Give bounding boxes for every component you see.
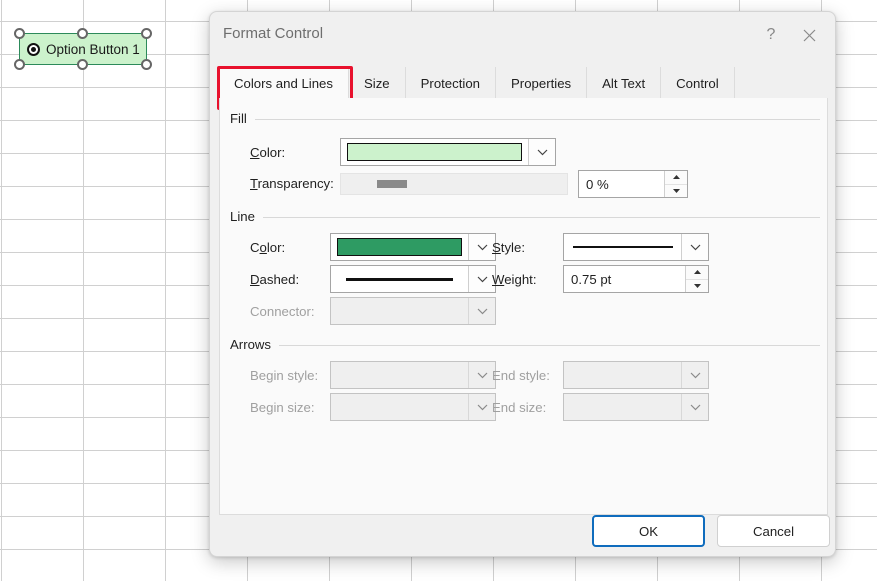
fill-color-swatch: [347, 143, 522, 161]
connector-label: Connector:: [250, 304, 315, 319]
format-control-dialog: Format Control ? Colors and Lines Size P…: [209, 11, 836, 557]
chevron-down-icon: [681, 362, 708, 388]
line-style-dropdown[interactable]: [563, 233, 709, 261]
chevron-down-icon: [468, 394, 495, 420]
transparency-slider-thumb[interactable]: [377, 180, 407, 188]
begin-style-label: Begin style:: [250, 368, 319, 383]
line-weight-label: Weight:: [492, 272, 537, 287]
tab-colors-and-lines[interactable]: Colors and Lines: [219, 67, 349, 100]
line-weight-value[interactable]: 0.75 pt: [564, 266, 685, 292]
transparency-label: Transparency:: [250, 176, 334, 191]
close-icon[interactable]: [793, 20, 825, 50]
line-style-preview: [570, 246, 675, 248]
ok-button[interactable]: OK: [592, 515, 705, 547]
begin-style-value: [331, 362, 468, 388]
chevron-down-icon: [468, 298, 495, 324]
dialog-title-bar[interactable]: Format Control ?: [210, 12, 835, 58]
begin-size-dropdown: [330, 393, 496, 421]
begin-size-value: [331, 394, 468, 420]
end-size-label: End size:: [492, 400, 547, 415]
arrows-group-label: Arrows: [230, 337, 272, 352]
chevron-down-icon: [468, 362, 495, 388]
option-button-control[interactable]: Option Button 1: [14, 28, 152, 70]
line-color-label: Color:: [250, 240, 286, 255]
chevron-down-icon[interactable]: [528, 139, 555, 165]
transparency-value[interactable]: 0 %: [579, 171, 664, 197]
line-group-header: Line: [230, 209, 820, 224]
dialog-title: Format Control: [223, 25, 324, 42]
help-icon[interactable]: ?: [755, 20, 787, 50]
fill-color-label: Color:: [250, 145, 286, 160]
fill-group-rule: [254, 119, 820, 120]
fill-color-dropdown[interactable]: [340, 138, 556, 166]
resize-handle-bottom-left[interactable]: [14, 59, 25, 70]
transparency-spinner-buttons[interactable]: [664, 171, 687, 197]
line-dashed-label: Dashed:: [250, 272, 300, 287]
chevron-down-icon[interactable]: [681, 234, 708, 260]
resize-handle-top-left[interactable]: [14, 28, 25, 39]
line-color-dropdown[interactable]: [330, 233, 496, 261]
dialog-tabstrip[interactable]: Colors and Lines Size Protection Propert…: [219, 67, 828, 100]
tab-protection[interactable]: Protection: [405, 67, 497, 99]
spinner-up-icon[interactable]: [686, 266, 708, 280]
spinner-down-icon[interactable]: [686, 279, 708, 292]
line-style-label: Style:: [492, 240, 525, 255]
resize-handle-bottom-center[interactable]: [77, 59, 88, 70]
colors-and-lines-panel: Fill Color: Transparency: 0 % Line Color…: [219, 98, 828, 515]
transparency-spinner[interactable]: 0 %: [578, 170, 688, 198]
resize-handle-top-right[interactable]: [141, 28, 152, 39]
resize-handle-top-center[interactable]: [77, 28, 88, 39]
chevron-down-icon[interactable]: [468, 234, 495, 260]
line-dashed-dropdown[interactable]: [330, 265, 496, 293]
end-style-dropdown: [563, 361, 709, 389]
tab-alt-text[interactable]: Alt Text: [587, 67, 662, 99]
line-group-label: Line: [230, 209, 255, 224]
begin-style-dropdown: [330, 361, 496, 389]
connector-value: [331, 298, 468, 324]
tab-properties[interactable]: Properties: [496, 67, 588, 99]
connector-dropdown: [330, 297, 496, 325]
option-button-label: Option Button 1: [46, 41, 140, 57]
tab-control[interactable]: Control: [661, 67, 735, 99]
end-size-value: [564, 394, 681, 420]
chevron-down-icon[interactable]: [468, 266, 495, 292]
end-style-label: End style:: [492, 368, 550, 383]
spinner-down-icon[interactable]: [665, 184, 687, 197]
fill-group-label: Fill: [230, 111, 247, 126]
line-weight-spinner-buttons[interactable]: [685, 266, 708, 292]
arrows-group-header: Arrows: [230, 337, 820, 352]
begin-size-label: Begin size:: [250, 400, 315, 415]
line-group-rule: [262, 217, 820, 218]
radio-selected-icon[interactable]: [27, 42, 40, 56]
line-color-swatch: [337, 238, 462, 256]
transparency-slider[interactable]: [340, 173, 568, 195]
line-weight-spinner[interactable]: 0.75 pt: [563, 265, 709, 293]
cancel-button[interactable]: Cancel: [717, 515, 830, 547]
arrows-group-rule: [279, 345, 820, 346]
resize-handle-bottom-right[interactable]: [141, 59, 152, 70]
end-size-dropdown: [563, 393, 709, 421]
chevron-down-icon: [681, 394, 708, 420]
tab-size[interactable]: Size: [348, 67, 406, 99]
spinner-up-icon[interactable]: [665, 171, 687, 185]
screen: Option Button 1 Format Control ? Colors …: [0, 0, 877, 581]
end-style-value: [564, 362, 681, 388]
fill-group-header: Fill: [230, 111, 820, 126]
dashed-style-preview: [337, 277, 462, 281]
